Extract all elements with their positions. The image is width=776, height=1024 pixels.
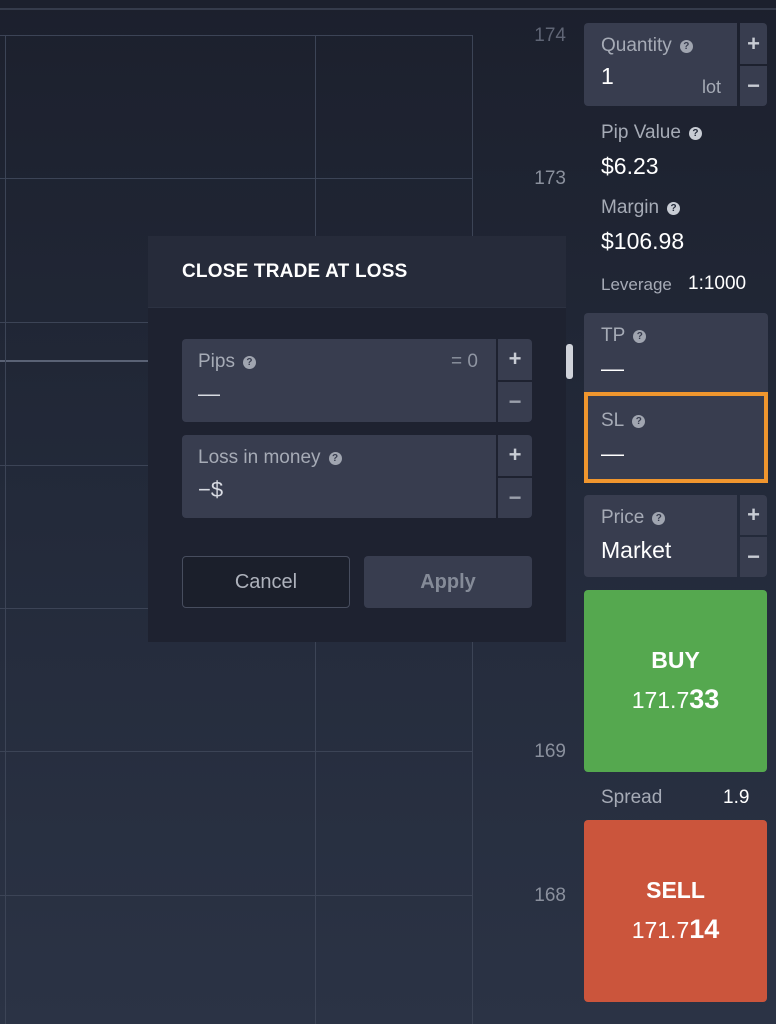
plus-icon: + xyxy=(747,502,760,527)
loss-money-increment-button[interactable]: + xyxy=(498,435,532,476)
sell-price: 171.714 xyxy=(631,914,720,944)
buy-button[interactable]: BUY 171.733 xyxy=(584,590,767,772)
dialog-title: CLOSE TRADE AT LOSS xyxy=(182,260,408,282)
leverage-value: 1:1000 xyxy=(688,273,747,294)
gridline-168 xyxy=(0,895,472,896)
buy-price: 171.733 xyxy=(631,684,720,714)
pips-label: Pips xyxy=(198,351,235,372)
tp-label: TP xyxy=(601,325,626,346)
help-icon[interactable]: ? xyxy=(679,39,693,53)
sl-label: SL xyxy=(601,410,625,431)
quantity-input[interactable]: Quantity ? 1 lot xyxy=(584,23,737,106)
sell-button[interactable]: SELL 171.714 xyxy=(584,820,767,1002)
gridline-174 xyxy=(0,35,472,36)
close-trade-at-loss-dialog: CLOSE TRADE AT LOSS Pips ? — = 0 + − Los… xyxy=(148,236,566,642)
buy-label: BUY xyxy=(651,647,700,673)
loss-money-label: Loss in money xyxy=(198,447,321,468)
cancel-button[interactable]: Cancel xyxy=(182,556,350,608)
gridline-vertical xyxy=(5,35,6,1024)
y-axis-label: 169 xyxy=(534,741,566,762)
quantity-unit: lot xyxy=(701,77,721,97)
margin-label: Margin xyxy=(601,197,660,218)
pips-increment-button[interactable]: + xyxy=(498,339,532,380)
spread-label: Spread xyxy=(601,787,663,808)
help-icon[interactable]: ? xyxy=(242,355,256,369)
minus-icon: − xyxy=(508,484,522,510)
price-input[interactable]: Price ? Market xyxy=(584,495,737,577)
pips-field: Pips ? — = 0 + − xyxy=(182,339,532,422)
price-value: Market xyxy=(601,537,672,563)
minus-icon: − xyxy=(508,388,522,414)
help-icon[interactable]: ? xyxy=(652,511,666,525)
loss-money-value: −$ xyxy=(198,477,224,502)
help-icon[interactable]: ? xyxy=(667,201,681,215)
gridline-169 xyxy=(0,751,472,752)
loss-money-input[interactable]: Loss in money ? −$ xyxy=(182,435,496,518)
dialog-header: CLOSE TRADE AT LOSS xyxy=(148,236,566,308)
pips-input[interactable]: Pips ? — = 0 xyxy=(182,339,496,422)
spread-value: 1.9 xyxy=(723,787,750,808)
chart-scroll-handle[interactable] xyxy=(566,344,573,379)
plus-icon: + xyxy=(747,30,760,56)
apply-button[interactable]: Apply xyxy=(364,556,532,608)
y-axis-label: 168 xyxy=(534,885,566,906)
minus-icon: − xyxy=(747,73,760,98)
pip-value: $6.23 xyxy=(601,153,659,179)
pips-value: — xyxy=(198,381,220,406)
quantity-label: Quantity xyxy=(601,35,672,56)
quantity-increment-button[interactable]: + xyxy=(740,23,767,64)
pip-value-label: Pip Value xyxy=(601,122,681,143)
help-icon[interactable]: ? xyxy=(328,451,342,465)
y-axis-label: 173 xyxy=(534,168,566,189)
gridline-173 xyxy=(0,178,472,179)
plus-icon: + xyxy=(508,442,522,468)
loss-money-decrement-button[interactable]: − xyxy=(498,477,532,518)
price-decrement-button[interactable]: − xyxy=(740,537,767,577)
plus-icon: + xyxy=(508,346,522,372)
sl-value: — xyxy=(601,440,624,466)
sell-label: SELL xyxy=(646,877,705,903)
pips-equivalent: = 0 xyxy=(451,351,478,372)
minus-icon: − xyxy=(747,544,760,569)
loss-money-field: Loss in money ? −$ + − xyxy=(182,435,532,518)
price-increment-button[interactable]: + xyxy=(740,495,767,535)
margin-value: $106.98 xyxy=(601,228,685,254)
help-icon[interactable]: ? xyxy=(633,329,647,343)
price-label: Price xyxy=(601,507,645,528)
sl-input[interactable]: SL ? — xyxy=(584,392,768,483)
pips-decrement-button[interactable]: − xyxy=(498,381,532,422)
leverage-label: Leverage xyxy=(601,275,672,294)
quantity-decrement-button[interactable]: − xyxy=(740,66,767,106)
y-axis-label: 174 xyxy=(534,25,566,46)
help-icon[interactable]: ? xyxy=(688,126,702,140)
help-icon[interactable]: ? xyxy=(632,414,646,428)
tp-input[interactable]: TP ? — xyxy=(584,313,768,393)
tp-value: — xyxy=(601,355,624,381)
